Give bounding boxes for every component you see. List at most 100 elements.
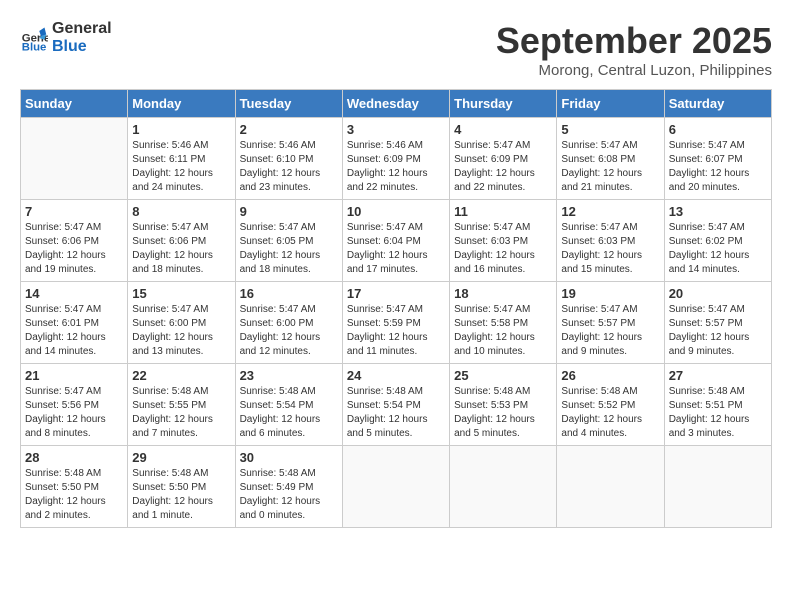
col-monday: Monday	[128, 90, 235, 118]
month-title: September 2025	[496, 20, 772, 62]
day-info: Sunrise: 5:47 AMSunset: 6:07 PMDaylight:…	[669, 139, 767, 195]
day-number: 16	[240, 286, 338, 301]
day-number: 5	[561, 122, 659, 137]
day-info: Sunrise: 5:47 AMSunset: 6:00 PMDaylight:…	[132, 303, 230, 359]
day-number: 9	[240, 204, 338, 219]
day-info: Sunrise: 5:47 AMSunset: 6:06 PMDaylight:…	[132, 221, 230, 277]
table-row: 14Sunrise: 5:47 AMSunset: 6:01 PMDayligh…	[21, 282, 128, 364]
table-row: 27 Sunrise: 5:48 AMSunset: 5:51 PMDayligh…	[664, 364, 771, 446]
day-info: Sunrise: 5:47 AMSunset: 6:08 PMDaylight:…	[561, 139, 659, 195]
table-row: 24 Sunrise: 5:48 AMSunset: 5:54 PMDayligh…	[342, 364, 449, 446]
calendar-week-row: 7 Sunrise: 5:47 AMSunset: 6:06 PMDaylight…	[21, 200, 772, 282]
table-row: 21Sunrise: 5:47 AMSunset: 5:56 PMDayligh…	[21, 364, 128, 446]
day-number: 20	[669, 286, 767, 301]
table-row: 2 Sunrise: 5:46 AMSunset: 6:10 PMDaylight…	[235, 118, 342, 200]
day-info: Sunrise: 5:48 AMSunset: 5:52 PMDaylight:…	[561, 385, 659, 441]
day-info: Sunrise: 5:47 AMSunset: 6:04 PMDaylight:…	[347, 221, 445, 277]
day-info: Sunrise: 5:46 AMSunset: 6:11 PMDaylight:…	[132, 139, 230, 195]
day-info: Sunrise: 5:48 AMSunset: 5:54 PMDaylight:…	[347, 385, 445, 441]
day-number: 10	[347, 204, 445, 219]
day-info: Sunrise: 5:48 AMSunset: 5:53 PMDaylight:…	[454, 385, 552, 441]
table-row: 3 Sunrise: 5:46 AMSunset: 6:09 PMDaylight…	[342, 118, 449, 200]
day-info: Sunrise: 5:48 AMSunset: 5:49 PMDaylight:…	[240, 467, 338, 523]
table-row: 10 Sunrise: 5:47 AMSunset: 6:04 PMDayligh…	[342, 200, 449, 282]
table-row: 26 Sunrise: 5:48 AMSunset: 5:52 PMDayligh…	[557, 364, 664, 446]
table-row	[557, 446, 664, 528]
day-info: Sunrise: 5:48 AMSunset: 5:50 PMDaylight:…	[25, 467, 123, 523]
day-number: 18	[454, 286, 552, 301]
table-row: 5 Sunrise: 5:47 AMSunset: 6:08 PMDaylight…	[557, 118, 664, 200]
logo-general: General	[52, 20, 112, 38]
day-info: Sunrise: 5:47 AMSunset: 6:05 PMDaylight:…	[240, 221, 338, 277]
calendar-week-row: 28 Sunrise: 5:48 AMSunset: 5:50 PMDayligh…	[21, 446, 772, 528]
table-row: 16 Sunrise: 5:47 AMSunset: 6:00 PMDayligh…	[235, 282, 342, 364]
day-info: Sunrise: 5:46 AMSunset: 6:09 PMDaylight:…	[347, 139, 445, 195]
day-info: Sunrise: 5:48 AMSunset: 5:50 PMDaylight:…	[132, 467, 230, 523]
day-number: 27	[669, 368, 767, 383]
day-info: Sunrise: 5:47 AMSunset: 6:00 PMDaylight:…	[240, 303, 338, 359]
day-number: 28	[25, 450, 123, 465]
day-number: 4	[454, 122, 552, 137]
col-sunday: Sunday	[21, 90, 128, 118]
table-row: 19Sunrise: 5:47 AMSunset: 5:57 PMDayligh…	[557, 282, 664, 364]
day-number: 15	[132, 286, 230, 301]
col-wednesday: Wednesday	[342, 90, 449, 118]
logo: General Blue General Blue	[20, 20, 112, 55]
table-row: 17 Sunrise: 5:47 AMSunset: 5:59 PMDayligh…	[342, 282, 449, 364]
table-row: 22 Sunrise: 5:48 AMSunset: 5:55 PMDayligh…	[128, 364, 235, 446]
day-number: 7	[25, 204, 123, 219]
logo-icon: General Blue	[20, 24, 48, 52]
day-number: 11	[454, 204, 552, 219]
calendar-week-row: 14Sunrise: 5:47 AMSunset: 6:01 PMDayligh…	[21, 282, 772, 364]
table-row: 18 Sunrise: 5:47 AMSunset: 5:58 PMDayligh…	[450, 282, 557, 364]
location-subtitle: Morong, Central Luzon, Philippines	[496, 62, 772, 79]
day-number: 17	[347, 286, 445, 301]
col-thursday: Thursday	[450, 90, 557, 118]
table-row: 4 Sunrise: 5:47 AMSunset: 6:09 PMDaylight…	[450, 118, 557, 200]
table-row	[21, 118, 128, 200]
day-number: 2	[240, 122, 338, 137]
table-row: 1 Sunrise: 5:46 AMSunset: 6:11 PMDaylight…	[128, 118, 235, 200]
day-info: Sunrise: 5:47 AMSunset: 5:59 PMDaylight:…	[347, 303, 445, 359]
day-info: Sunrise: 5:47 AMSunset: 6:01 PMDaylight:…	[25, 303, 123, 359]
day-info: Sunrise: 5:48 AMSunset: 5:51 PMDaylight:…	[669, 385, 767, 441]
day-info: Sunrise: 5:47 AMSunset: 5:58 PMDaylight:…	[454, 303, 552, 359]
day-number: 22	[132, 368, 230, 383]
table-row	[342, 446, 449, 528]
day-number: 1	[132, 122, 230, 137]
table-row	[664, 446, 771, 528]
day-number: 13	[669, 204, 767, 219]
day-info: Sunrise: 5:47 AMSunset: 6:02 PMDaylight:…	[669, 221, 767, 277]
day-info: Sunrise: 5:47 AMSunset: 6:03 PMDaylight:…	[561, 221, 659, 277]
day-info: Sunrise: 5:48 AMSunset: 5:54 PMDaylight:…	[240, 385, 338, 441]
title-block: September 2025 Morong, Central Luzon, Ph…	[496, 20, 772, 79]
table-row: 8 Sunrise: 5:47 AMSunset: 6:06 PMDaylight…	[128, 200, 235, 282]
table-row: 9 Sunrise: 5:47 AMSunset: 6:05 PMDaylight…	[235, 200, 342, 282]
table-row: 23Sunrise: 5:48 AMSunset: 5:54 PMDayligh…	[235, 364, 342, 446]
table-row	[450, 446, 557, 528]
day-info: Sunrise: 5:46 AMSunset: 6:10 PMDaylight:…	[240, 139, 338, 195]
day-number: 8	[132, 204, 230, 219]
day-info: Sunrise: 5:47 AMSunset: 5:57 PMDaylight:…	[561, 303, 659, 359]
table-row: 6Sunrise: 5:47 AMSunset: 6:07 PMDaylight…	[664, 118, 771, 200]
col-friday: Friday	[557, 90, 664, 118]
day-number: 24	[347, 368, 445, 383]
table-row: 7Sunrise: 5:47 AMSunset: 6:06 PMDaylight…	[21, 200, 128, 282]
col-tuesday: Tuesday	[235, 90, 342, 118]
day-number: 3	[347, 122, 445, 137]
table-row: 29 Sunrise: 5:48 AMSunset: 5:50 PMDayligh…	[128, 446, 235, 528]
calendar-week-row: 21Sunrise: 5:47 AMSunset: 5:56 PMDayligh…	[21, 364, 772, 446]
col-saturday: Saturday	[664, 90, 771, 118]
day-info: Sunrise: 5:47 AMSunset: 6:03 PMDaylight:…	[454, 221, 552, 277]
day-info: Sunrise: 5:47 AMSunset: 6:09 PMDaylight:…	[454, 139, 552, 195]
day-info: Sunrise: 5:47 AMSunset: 5:57 PMDaylight:…	[669, 303, 767, 359]
page-header: General Blue General Blue September 2025…	[20, 20, 772, 79]
day-info: Sunrise: 5:48 AMSunset: 5:55 PMDaylight:…	[132, 385, 230, 441]
table-row: 20 Sunrise: 5:47 AMSunset: 5:57 PMDayligh…	[664, 282, 771, 364]
calendar-week-row: 1 Sunrise: 5:46 AMSunset: 6:11 PMDaylight…	[21, 118, 772, 200]
calendar-header-row: Sunday Monday Tuesday Wednesday Thursday…	[21, 90, 772, 118]
table-row: 28 Sunrise: 5:48 AMSunset: 5:50 PMDayligh…	[21, 446, 128, 528]
table-row: 15 Sunrise: 5:47 AMSunset: 6:00 PMDayligh…	[128, 282, 235, 364]
day-number: 29	[132, 450, 230, 465]
day-number: 26	[561, 368, 659, 383]
